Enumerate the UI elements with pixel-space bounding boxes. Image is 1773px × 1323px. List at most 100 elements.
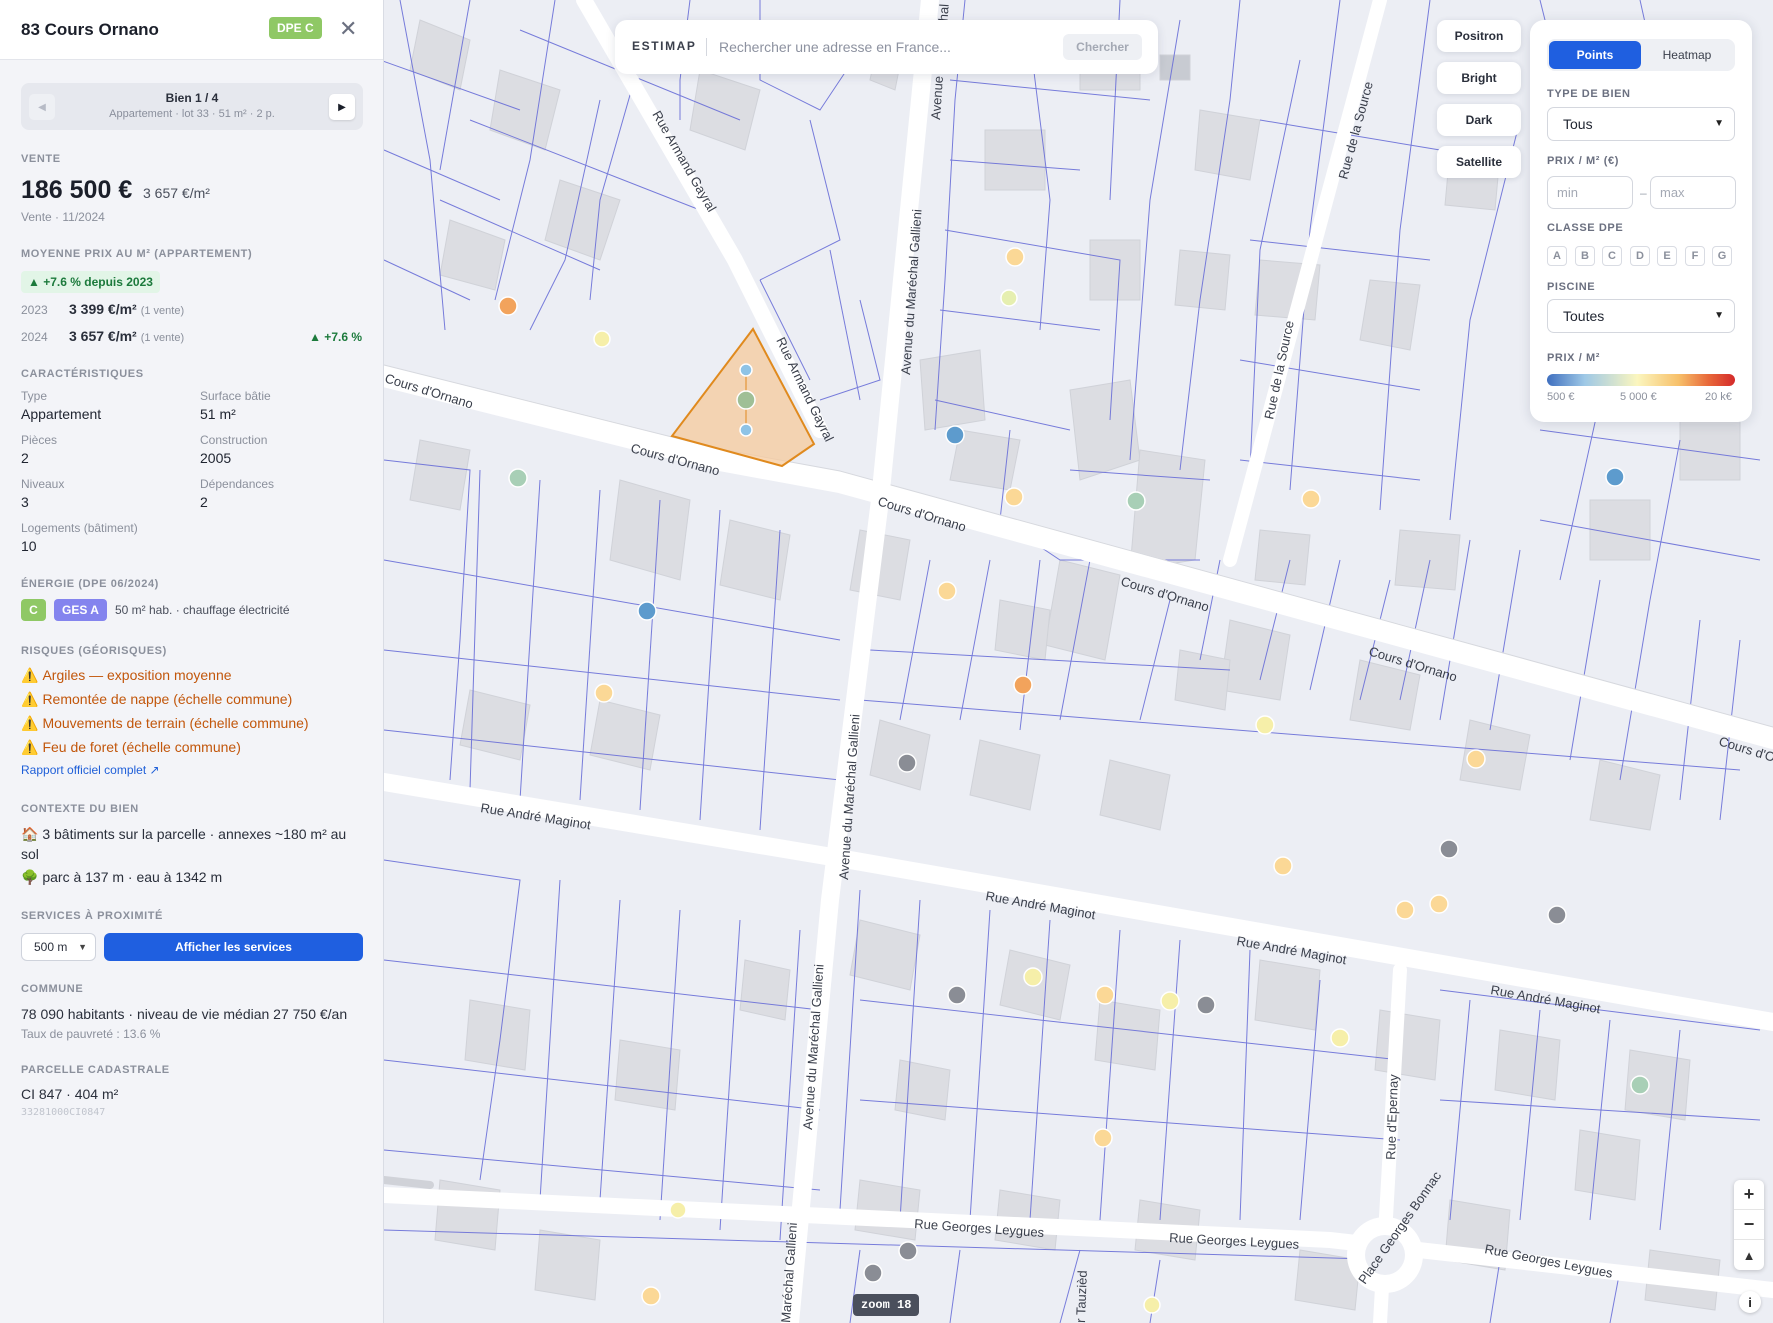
sale-point [637,601,657,621]
style-bright-button[interactable]: Bright [1437,62,1521,94]
selected-lot-marker[interactable] [739,423,753,437]
warning-icon: ⚠️ [21,691,39,707]
parcel-heading: PARCELLE CADASTRALE [21,1064,170,1076]
dpe-filter-d[interactable]: D [1630,246,1650,266]
address-search-input[interactable] [719,32,1019,62]
panel-header: 83 Cours Ornano DPE C ✕ [0,0,383,60]
dpe-filter-e[interactable]: E [1657,246,1677,266]
pager-title: Bien 1 / 4 [165,91,219,105]
dpe-filter-a[interactable]: A [1547,246,1567,266]
char-label: Dépendances [200,477,275,491]
sale-point [1126,491,1146,511]
zoom-in-button[interactable]: + [1734,1180,1764,1210]
search-bar: ESTIMAP Chercher [615,20,1158,74]
close-icon[interactable]: ✕ [339,18,357,40]
pool-value: Toutes [1563,308,1605,324]
zoom-out-button[interactable]: − [1734,1210,1764,1240]
risk-text: Mouvements de terrain (échelle commune) [42,715,309,731]
style-positron-button[interactable]: Positron [1437,20,1521,52]
sale-point [898,1241,918,1261]
dpe-class-chip: C [21,599,46,621]
dpe-filter-f[interactable]: F [1685,246,1705,266]
pool-select[interactable]: Toutes ▼ [1547,299,1735,333]
char-value: Appartement [21,406,102,422]
sale-point [1429,894,1449,914]
sale-point [1000,289,1018,307]
sale-heading: VENTE [21,153,61,165]
info-icon[interactable]: i [1739,1291,1761,1313]
sale-date: Vente · 11/2024 [21,210,105,224]
chevron-down-icon: ▼ [1714,118,1724,129]
next-property-button[interactable]: ▶ [329,94,355,120]
dpe-filter-c[interactable]: C [1602,246,1622,266]
warning-icon: ⚠️ [21,667,39,683]
dpe-badge: DPE C [269,17,322,39]
risk-item: ⚠️ Mouvements de terrain (échelle commune… [21,715,309,732]
style-dark-button[interactable]: Dark [1437,104,1521,136]
risk-text: Argiles — exposition moyenne [42,667,232,683]
show-services-button[interactable]: Afficher les services [104,933,363,961]
selected-lot-marker[interactable] [739,363,753,377]
sale-point [508,468,528,488]
char-label: Pièces [21,433,58,447]
avg-year: 2023 [21,303,48,317]
street-label: Rue d'Epernay [1383,1074,1401,1161]
dpe-filter-b[interactable]: B [1575,246,1595,266]
search-divider [706,38,707,56]
price-range-label: PRIX / M² (€) [1547,155,1619,167]
risk-item: ⚠️ Remontée de nappe (échelle commune) [21,691,292,708]
services-radius-value: 500 m [34,940,68,954]
risk-text: Remontée de nappe (échelle commune) [42,691,293,707]
sale-point [1547,905,1567,925]
filter-panel: Points Heatmap TYPE DE BIEN Tous ▼ PRIX /… [1530,20,1752,422]
official-report-link[interactable]: Rapport officiel complet ↗ [21,763,160,777]
scale-tick: 20 k€ [1705,391,1732,403]
mode-heatmap-button[interactable]: Heatmap [1641,41,1733,69]
sale-point [1093,1128,1113,1148]
context-buildings-text: 3 bâtiments sur la parcelle · annexes ~1… [21,826,347,862]
avg-trend: ▲ +7.6 % [309,330,362,344]
scale-tick: 500 € [1547,391,1575,403]
sale-point [1004,487,1024,507]
tree-icon: 🌳 [21,869,39,885]
sale-price: 186 500 € [21,176,133,204]
dpe-filter-g[interactable]: G [1712,246,1732,266]
avg-value: 3 399 €/m² [69,301,137,317]
risks-heading: RISQUES (GÉORISQUES) [21,645,167,657]
avg-count: (1 vente) [140,305,185,317]
context-buildings: 🏠 3 bâtiments sur la parcelle · annexes … [21,824,366,864]
context-surroundings: 🌳 parc à 137 m · eau à 1342 m [21,867,366,887]
char-label: Surface bâtie [200,389,271,403]
zoom-label: zoom [861,1298,890,1312]
zoom-controls: + − ▲ [1734,1180,1764,1270]
scale-tick: 5 000 € [1620,391,1657,403]
street-label: r Tauzièd [1073,1270,1090,1323]
sale-point [1330,1028,1350,1048]
property-type-select[interactable]: Tous ▼ [1547,107,1735,141]
char-value: 2005 [200,450,232,466]
char-label: Type [21,389,48,403]
average-heading: MOYENNE PRIX AU M² (APPARTEMENT) [21,248,253,260]
commune-heading: COMMUNE [21,983,84,995]
display-mode-toggle: Points Heatmap [1547,39,1735,71]
dpe-class-label: CLASSE DPE [1547,222,1624,234]
services-radius-select[interactable]: 500 m ▼ [21,933,96,961]
commune-population: 78 090 habitants · niveau de vie médian … [21,1006,348,1022]
services-heading: SERVICES À PROXIMITÉ [21,910,163,922]
char-value: 2 [200,494,208,510]
sale-point [863,1263,883,1283]
search-button[interactable]: Chercher [1063,34,1142,60]
sale-point [937,581,957,601]
selected-lot-marker[interactable] [736,390,756,410]
compass-button[interactable]: ▲ [1734,1240,1764,1270]
price-max-input[interactable] [1650,176,1736,209]
char-value: 51 m² [200,406,236,422]
style-satellite-button[interactable]: Satellite [1437,146,1521,178]
characteristics-heading: CARACTÉRISTIQUES [21,368,144,380]
chevron-down-icon: ▼ [1714,310,1724,321]
sale-point [1395,900,1415,920]
price-min-input[interactable] [1547,176,1633,209]
mode-points-button[interactable]: Points [1549,41,1641,69]
street-label: Avenue [928,75,946,120]
commune-poverty: Taux de pauvreté : 13.6 % [21,1027,161,1041]
